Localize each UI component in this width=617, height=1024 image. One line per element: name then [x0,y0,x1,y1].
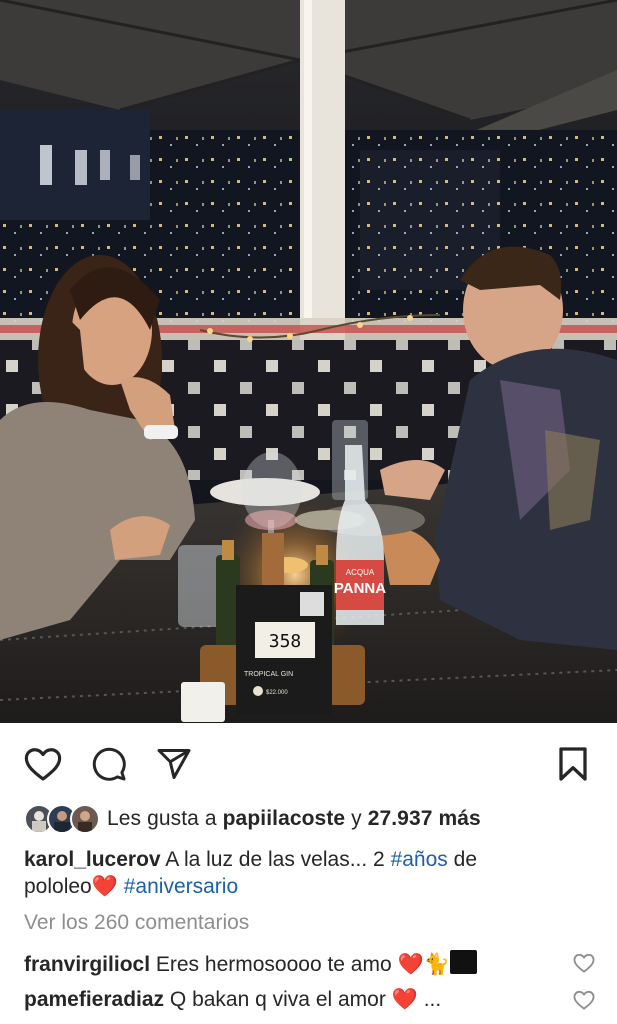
likes-connector: y [351,807,362,830]
caption-username[interactable]: karol_lucerov [24,848,161,871]
hashtag-link[interactable]: #aniversario [124,875,238,898]
caption-text: A la luz de las velas... 2 [165,848,385,871]
share-button[interactable] [154,744,194,784]
likes-prefix: Les gusta a [107,807,217,830]
liker-username[interactable]: papiilacoste [223,807,346,830]
post-photo[interactable]: ACQUA PANNA 358 TROPICAL GIN $22.000 [0,0,617,723]
comment-button[interactable] [89,744,129,784]
caption-text: pololeo [24,875,92,898]
view-all-comments-link[interactable]: Ver los 260 comentarios [24,911,249,935]
post-actions [0,738,617,788]
heart-emoji: ❤️ [91,875,118,898]
liker-avatars[interactable] [24,804,100,834]
comment-row: pamefieradiaz Q bakan q viva el amor ❤️ … [24,985,617,1015]
comment-truncation: ... [423,988,442,1011]
post-caption: karol_lucerov A la luz de las velas... 2… [24,846,584,900]
avatar [70,804,100,834]
likes-text: Les gusta a papiilacoste y 27.937 más [107,807,481,831]
bottle-brand-top: ACQUA [346,568,375,577]
menu-price: $22.000 [266,690,288,696]
like-button[interactable] [23,744,63,784]
heart-outline-icon [573,953,595,973]
bottle-brand: PANNA [334,580,386,597]
likes-summary[interactable]: Les gusta a papiilacoste y 27.937 más [24,803,481,835]
heart-outline-icon [573,990,595,1010]
likes-count[interactable]: 27.937 más [368,807,481,830]
bookmark-icon [559,747,587,781]
comment-text: Q bakan q viva el amor [169,988,386,1011]
menu-title: TROPICAL GIN [244,671,293,678]
comment-like-button[interactable] [573,953,595,979]
hashtag-link[interactable]: #años [391,848,448,871]
comment-bubble-icon [92,747,126,781]
save-button[interactable] [553,744,593,784]
cat-emoji: 🐈 [423,952,450,976]
comment-username[interactable]: franvirgiliocl [24,953,150,976]
caption-text: de [453,848,477,871]
comment-username[interactable]: pamefieradiaz [24,988,164,1011]
table-number: 358 [269,631,302,652]
heart-outline-icon [24,748,62,781]
comment-like-button[interactable] [573,990,595,1016]
paper-plane-icon [157,749,191,779]
comment-text: Eres hermosoooo te amo [155,952,392,976]
heart-emoji: ❤️ [391,988,418,1011]
heart-emoji: ❤️ [397,952,424,976]
comment-row: franvirgiliocl Eres hermosoooo te amo ❤️… [24,948,617,978]
black-square-emoji [449,949,477,974]
